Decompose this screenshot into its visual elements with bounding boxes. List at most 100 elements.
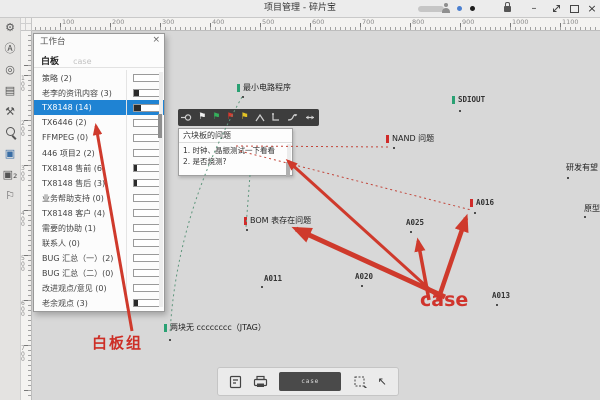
note-line: 1. 时钟、晶振测试一下看看 <box>183 145 284 156</box>
list-item[interactable]: 需要的协助 (1) <box>34 220 164 235</box>
user-icon[interactable] <box>441 3 451 14</box>
list-item[interactable]: BUG 汇总（一）(2) <box>34 250 164 265</box>
v-ruler-label: 400 <box>21 211 27 228</box>
note-scrollbar-thumb[interactable] <box>286 162 290 177</box>
anchor-dot <box>393 147 395 149</box>
status-dot-blue-icon[interactable] <box>457 6 462 11</box>
list-item[interactable]: 446 项目2 (2) <box>34 145 164 160</box>
progress-bar <box>133 224 160 232</box>
list-item[interactable]: TX8148 售前 (6) <box>34 160 164 175</box>
h-ruler-label: 1000 <box>512 18 529 26</box>
note-card-icon[interactable]: ▤ <box>0 80 20 101</box>
workbench-panel-header[interactable]: 工作台 <box>34 34 164 50</box>
h-ruler-label: 700 <box>362 18 374 26</box>
h-ruler-label: 300 <box>162 18 174 26</box>
transform-selection-icon[interactable] <box>353 375 367 388</box>
new-note-icon[interactable] <box>229 375 242 389</box>
progress-bar <box>133 119 160 127</box>
maximize-button[interactable] <box>566 0 582 17</box>
h-ruler-label: 900 <box>462 18 474 26</box>
node-nand[interactable]: NAND 问题 <box>386 133 434 144</box>
list-item[interactable]: 改进观点/意见 (0) <box>34 280 164 295</box>
account-icon[interactable]: Ⓐ <box>0 38 20 59</box>
note-line: 2. 是否烧测? <box>183 156 284 167</box>
curve-connector-icon[interactable] <box>287 113 298 122</box>
progress-bar <box>133 269 160 277</box>
tools-icon[interactable]: ⚒ <box>0 101 20 122</box>
node-a016[interactable]: A016 <box>470 198 494 207</box>
note-title: 六块板的问题 <box>179 129 292 143</box>
tab-case[interactable]: case <box>73 57 91 66</box>
flag-green-icon[interactable]: ⚑ <box>212 113 220 122</box>
progress-bar <box>133 89 160 97</box>
list-item[interactable]: 老余观点 (3) <box>34 295 164 310</box>
node-a013[interactable]: A013 <box>492 291 510 300</box>
list-item[interactable]: BUG 汇总（二）(0) <box>34 265 164 280</box>
node-bom[interactable]: BOM 表存在问题 <box>244 215 311 226</box>
workbench-close-icon[interactable]: × <box>152 35 160 45</box>
progress-bar <box>133 239 160 247</box>
pages-2-icon[interactable]: ▣₂ <box>0 164 20 185</box>
panel-scrollbar-thumb[interactable] <box>158 114 162 138</box>
list-item[interactable]: TX6446 (2) <box>34 115 164 130</box>
list-item[interactable]: TX8148 客户 (4) <box>34 205 164 220</box>
node-jtag[interactable]: 两块无 cccccccc（JTAG） <box>164 322 266 333</box>
h-ruler-label: 600 <box>312 18 324 26</box>
list-item[interactable]: TX8148 (14) <box>34 100 164 115</box>
green-marker-icon <box>237 84 240 92</box>
note-scrollbar[interactable] <box>287 144 291 172</box>
pin-icon[interactable] <box>181 113 192 122</box>
list-item[interactable]: 策略 (2) <box>34 70 164 85</box>
fullscreen-icon <box>552 4 561 13</box>
list-item-label: 老李的资讯内容 (3) <box>42 88 112 99</box>
red-marker-icon <box>470 199 473 207</box>
fullscreen-button[interactable] <box>548 0 564 17</box>
select-cursor-icon[interactable]: ↖ <box>378 376 387 387</box>
flag-tool-icon[interactable]: ⚐ <box>0 185 20 206</box>
node-label: NAND 问题 <box>392 133 434 144</box>
record-icon[interactable]: ◎ <box>0 59 20 80</box>
list-item-label: 联系人 (0) <box>42 238 80 249</box>
horizontal-ruler: 10020030040050060070080090010001100 <box>20 17 600 31</box>
note-card[interactable]: 六块板的问题 1. 时钟、晶振测试一下看看 2. 是否烧测? <box>178 128 293 176</box>
node-a025[interactable]: A025 <box>406 218 424 227</box>
flag-yellow-icon[interactable]: ⚑ <box>241 113 249 122</box>
node-yanfa[interactable]: 研发有望 <box>566 162 598 173</box>
search-icon[interactable] <box>0 122 20 143</box>
polyline-connector-icon[interactable] <box>255 114 265 122</box>
list-item[interactable]: FFMPEG (0) <box>34 130 164 145</box>
anchor-dot <box>584 216 586 218</box>
list-item[interactable]: 老李的资讯内容 (3) <box>34 85 164 100</box>
vertical-ruler: 100200300400500600700 <box>20 30 32 400</box>
node-yuanxing[interactable]: 原型 <box>584 203 600 214</box>
list-item[interactable]: TX8148 售后 (3) <box>34 175 164 190</box>
anchor-dot <box>410 231 412 233</box>
node-sdiout[interactable]: SDIOUT <box>452 95 485 104</box>
node-label: BOM 表存在问题 <box>250 215 311 226</box>
settings-icon[interactable]: ⚙ <box>0 17 20 38</box>
panel-column-divider <box>126 70 127 308</box>
elbow-connector-icon[interactable] <box>271 113 281 122</box>
flag-white-icon[interactable]: ⚑ <box>198 113 206 122</box>
tab-whiteboard[interactable]: 白板 <box>41 57 59 67</box>
node-min-circuit[interactable]: 最小电路程序 <box>237 82 291 93</box>
node-a020[interactable]: A020 <box>355 272 373 281</box>
lock-icon[interactable] <box>504 6 511 12</box>
node-a011[interactable]: A011 <box>264 274 282 283</box>
progress-bar <box>133 74 160 82</box>
printer-icon[interactable] <box>253 375 268 388</box>
anchor-dot <box>261 286 263 288</box>
case-mode-button[interactable]: case <box>279 372 341 391</box>
list-item[interactable]: 联系人 (0) <box>34 235 164 250</box>
pages-icon[interactable]: ▣ <box>0 143 20 164</box>
panel-scrollbar[interactable] <box>159 72 163 307</box>
flag-red-icon[interactable]: ⚑ <box>226 113 234 122</box>
anchor-dot <box>246 229 248 231</box>
status-dot-black-icon[interactable] <box>470 6 475 11</box>
list-item[interactable]: 业务帮助支持 (0) <box>34 190 164 205</box>
line-connector-icon[interactable] <box>304 114 316 121</box>
ruler-corner <box>20 17 32 31</box>
node-label: A013 <box>492 291 510 300</box>
minimize-button[interactable]: – <box>526 0 542 17</box>
close-button[interactable]: × <box>584 0 600 17</box>
